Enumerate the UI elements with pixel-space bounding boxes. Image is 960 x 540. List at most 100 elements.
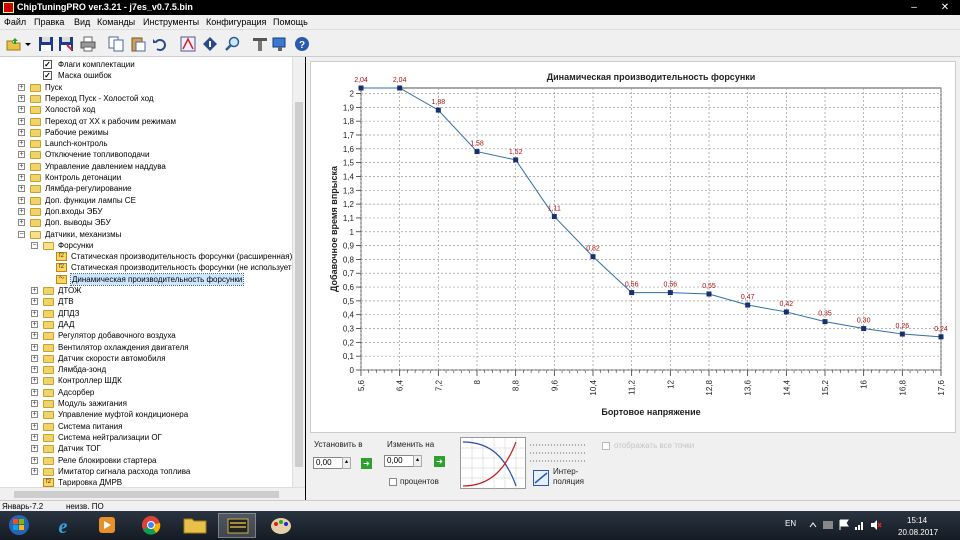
tree-item[interactable]: − Форсунки xyxy=(0,240,290,251)
tree-item[interactable]: + Датчик скорости автомобиля xyxy=(0,353,290,364)
expand-icon[interactable]: + xyxy=(18,174,25,181)
data-point[interactable] xyxy=(706,291,712,297)
collapse-icon[interactable]: − xyxy=(18,230,25,238)
expand-icon[interactable]: + xyxy=(18,94,25,102)
tree-item[interactable]: + Контроль детонации xyxy=(0,172,290,183)
tree-item[interactable]: + Управление давлением наддува xyxy=(0,161,290,172)
menu-view[interactable]: Вид xyxy=(74,17,90,27)
set-to-spinner[interactable]: ⯅ xyxy=(342,457,351,469)
chiptuningpro-icon[interactable] xyxy=(218,513,256,538)
tree-item[interactable]: + ДТВ xyxy=(0,296,290,307)
clock-date[interactable]: 20.08.2017 xyxy=(898,528,938,537)
tree-item[interactable]: + Доп. функции лампы CE xyxy=(0,195,290,206)
expand-icon[interactable]: + xyxy=(18,151,25,159)
tree-item[interactable]: + Холостой ход xyxy=(0,104,290,115)
tree-item[interactable]: + Доп.входы ЭБУ xyxy=(0,206,290,217)
tray-app-icon[interactable] xyxy=(822,519,834,531)
expand-icon[interactable]: + xyxy=(31,377,38,385)
tree-item[interactable]: + Контроллер ШДК xyxy=(0,375,290,386)
tree-item[interactable]: ✓ Маска ошибок xyxy=(0,70,290,81)
tree-item[interactable]: + Система нейтрализации ОГ xyxy=(0,432,290,443)
data-point[interactable] xyxy=(822,319,828,325)
expand-icon[interactable]: + xyxy=(31,433,38,441)
info-icon[interactable] xyxy=(202,36,218,52)
network-icon[interactable] xyxy=(854,519,866,531)
tree-item[interactable]: + ДТОЖ xyxy=(0,285,290,296)
print-icon[interactable] xyxy=(80,36,96,52)
expand-icon[interactable]: + xyxy=(31,354,38,362)
expand-icon[interactable]: + xyxy=(18,140,25,148)
tree-item[interactable]: + Пуск xyxy=(0,82,290,93)
open-icon[interactable] xyxy=(6,36,22,52)
search-icon[interactable] xyxy=(224,36,240,52)
data-point[interactable] xyxy=(938,334,944,340)
change-by-spinner[interactable]: ⯅ xyxy=(413,455,422,467)
tree-item[interactable]: ✓ Флаги комплектации xyxy=(0,59,290,70)
data-point[interactable] xyxy=(783,309,789,315)
dotted-line-options[interactable] xyxy=(528,439,588,465)
show-all-points-checkbox[interactable] xyxy=(602,442,610,450)
tree-item[interactable]: f2 Статическая производительность форсунк… xyxy=(0,262,300,273)
expand-icon[interactable]: + xyxy=(18,128,25,136)
undo-icon[interactable] xyxy=(152,36,168,52)
data-point[interactable] xyxy=(667,290,673,296)
data-point[interactable] xyxy=(590,254,596,260)
data-point[interactable] xyxy=(513,157,519,163)
interpolation-button[interactable]: Интер- поляция xyxy=(533,467,591,491)
expand-icon[interactable]: + xyxy=(31,309,38,317)
tree-horizontal-scrollbar[interactable] xyxy=(0,487,305,500)
data-point[interactable] xyxy=(899,331,905,337)
tree-item[interactable]: f2 Статическая производительность форсунк… xyxy=(0,251,292,262)
percent-checkbox[interactable] xyxy=(389,478,397,486)
expand-icon[interactable]: + xyxy=(31,343,38,351)
expand-icon[interactable]: + xyxy=(31,298,38,306)
menu-tools[interactable]: Инструменты xyxy=(143,17,199,27)
tree-item[interactable]: + ДАД xyxy=(0,319,290,330)
dropdown-arrow-icon[interactable] xyxy=(24,36,32,52)
calibrate-icon[interactable] xyxy=(180,36,196,52)
expand-icon[interactable]: + xyxy=(31,445,38,453)
apply-change-button[interactable]: ➔ xyxy=(434,456,445,467)
media-player-icon[interactable] xyxy=(88,513,126,538)
save-icon[interactable] xyxy=(38,36,54,52)
windows-start-icon[interactable] xyxy=(2,513,36,538)
expand-icon[interactable]: + xyxy=(31,332,38,340)
save-as-icon[interactable] xyxy=(58,36,74,52)
flag-icon[interactable] xyxy=(838,519,850,531)
minimize-button[interactable]: – xyxy=(904,1,924,14)
expand-icon[interactable]: + xyxy=(18,196,25,204)
tray-expand-icon[interactable] xyxy=(808,520,818,530)
paste-icon[interactable] xyxy=(130,36,146,52)
tree-item[interactable]: + Управление муфтой кондиционера xyxy=(0,409,290,420)
chart-svg[interactable]: 5,6 6,4 7,2 8 8,8 9,6 10,4 11,2 12 12,8 13,6 14,4 15… xyxy=(311,62,957,434)
tree-item[interactable]: + Доп. выводы ЭБУ xyxy=(0,217,290,228)
tools-icon[interactable] xyxy=(252,36,268,52)
clock-time[interactable]: 15:14 xyxy=(907,516,927,525)
data-point[interactable] xyxy=(358,85,364,91)
help-icon[interactable]: ? xyxy=(294,36,310,52)
tree-vertical-scrollbar[interactable] xyxy=(292,57,305,487)
data-point[interactable] xyxy=(397,85,403,91)
tree-item[interactable]: + Отключение топливоподачи xyxy=(0,149,290,160)
scrollbar-thumb[interactable] xyxy=(295,102,303,467)
tree-item[interactable]: − Датчики, механизмы xyxy=(0,229,290,240)
tree-item[interactable]: + Лямбда-зонд xyxy=(0,364,290,375)
expand-icon[interactable]: + xyxy=(31,388,38,396)
data-point[interactable] xyxy=(551,214,557,220)
file-explorer-icon[interactable] xyxy=(176,513,214,538)
language-indicator[interactable]: EN xyxy=(785,519,796,528)
expand-icon[interactable]: + xyxy=(18,117,25,125)
copy-icon[interactable] xyxy=(108,36,124,52)
volume-muted-icon[interactable] xyxy=(870,519,882,531)
tree-item[interactable]: + Модуль зажигания xyxy=(0,398,290,409)
connect-icon[interactable] xyxy=(272,36,288,52)
collapse-icon[interactable]: − xyxy=(31,241,38,249)
menu-file[interactable]: Файл xyxy=(4,17,26,27)
expand-icon[interactable]: + xyxy=(31,467,38,475)
data-point[interactable] xyxy=(745,302,751,308)
tree-item[interactable]: + Реле блокировки стартера xyxy=(0,455,290,466)
menu-configuration[interactable]: Конфигурация xyxy=(206,17,266,27)
tree-item[interactable]: + Имитатор сигнала расхода топлива xyxy=(0,466,290,477)
tree-item[interactable]: + Регулятор добавочного воздуха xyxy=(0,330,290,341)
expand-icon[interactable]: + xyxy=(31,422,38,430)
